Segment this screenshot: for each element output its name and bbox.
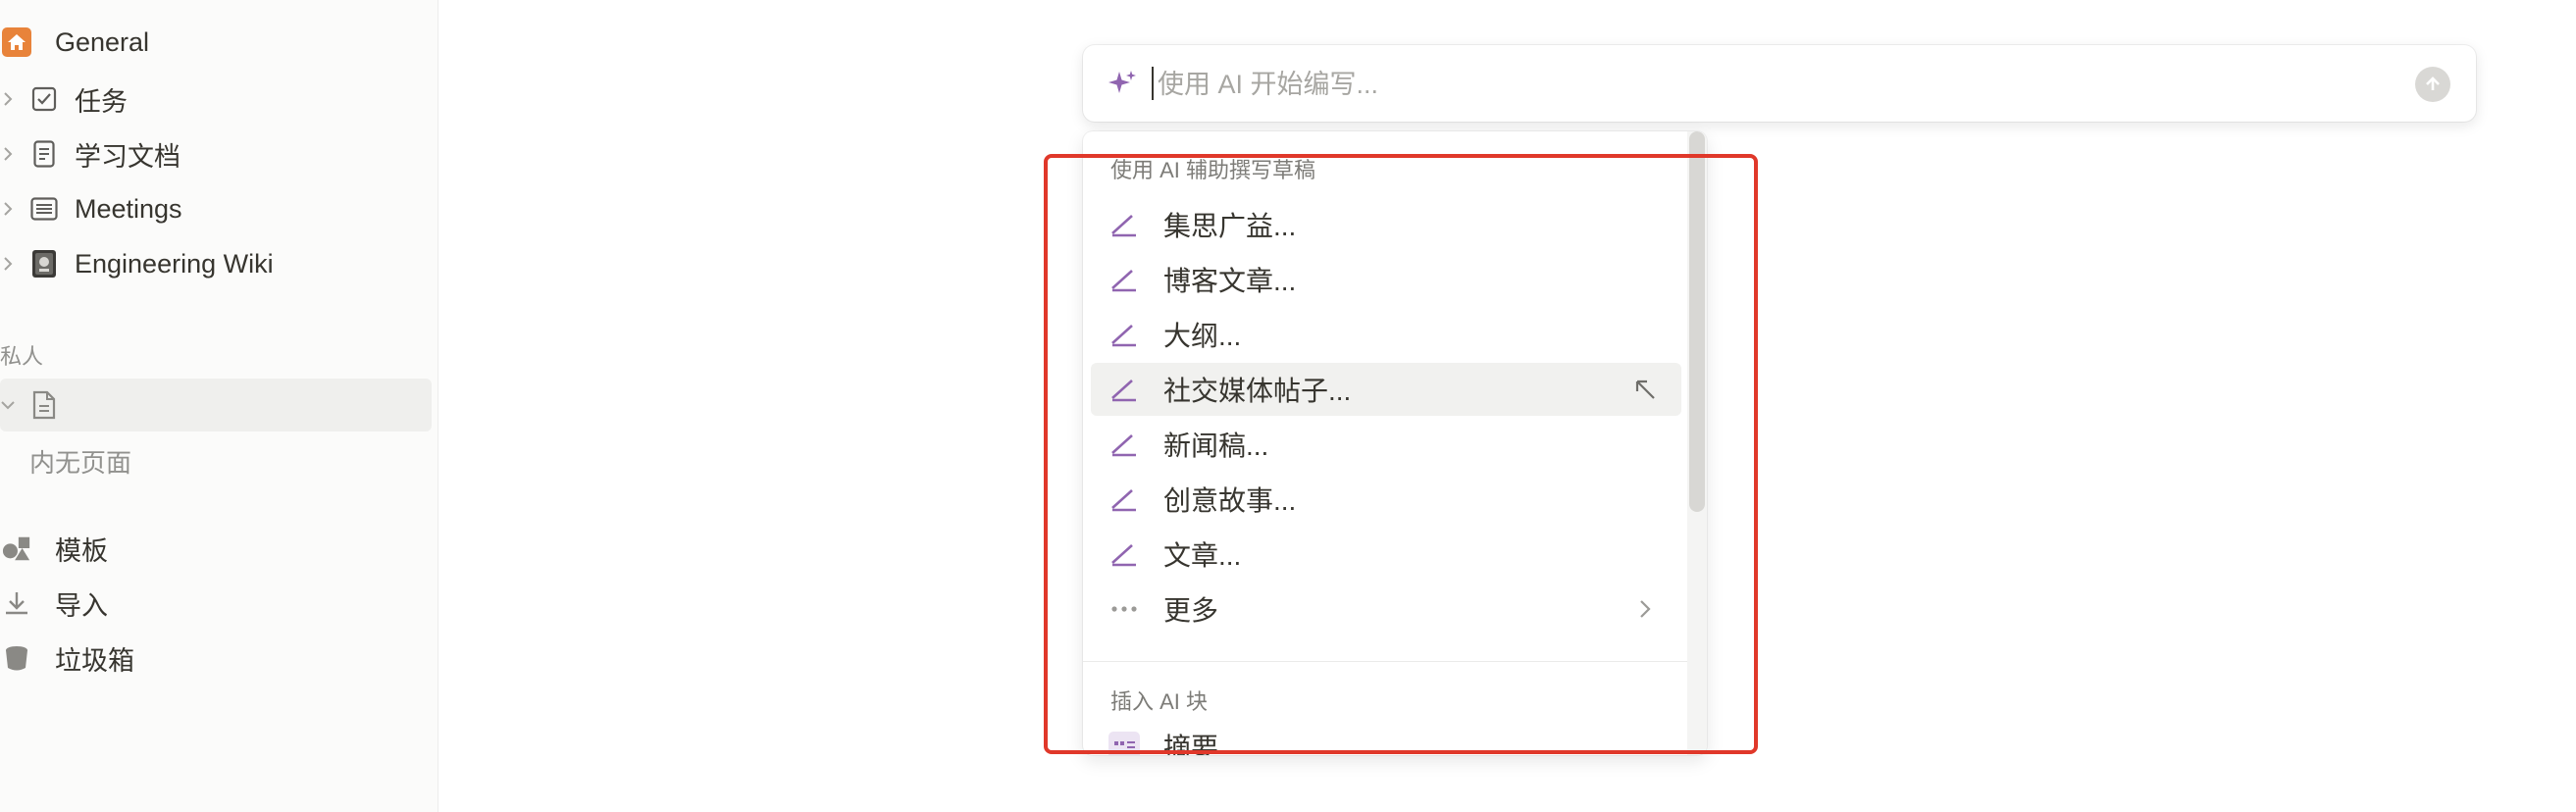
menu-item-outline[interactable]: 大纲... [1091, 308, 1681, 361]
text-cursor [1152, 67, 1154, 100]
menu-item-label: 更多 [1163, 595, 1219, 626]
sidebar-item-templates[interactable]: 模板 [0, 522, 432, 575]
menu-item-label: 大纲... [1163, 321, 1242, 351]
sidebar-item-label: 任务 [75, 86, 128, 117]
sidebar-item-label: 导入 [55, 590, 108, 621]
workspace-label: General [55, 26, 150, 57]
no-pages-text: 内无页面 [29, 448, 132, 478]
notes-icon [29, 194, 59, 224]
sidebar-item-label: Meetings [75, 193, 182, 224]
pencil-icon [1111, 434, 1136, 457]
menu-item-label: 文章... [1163, 540, 1242, 571]
pencil-icon [1111, 544, 1136, 567]
chevron-right-icon[interactable] [0, 182, 16, 235]
checkbox-icon [29, 84, 59, 114]
scrollbar-thumb[interactable] [1689, 131, 1705, 512]
sidebar-item-label: 模板 [55, 535, 108, 566]
sidebar-item-private-page[interactable] [0, 379, 432, 431]
draft-group-label: 使用 AI 辅助撰写草稿 [1110, 158, 1316, 182]
templates-icon [2, 533, 31, 563]
pencil-icon [1111, 489, 1136, 512]
home-icon [2, 27, 31, 57]
ai-prompt-input[interactable] [1156, 59, 2376, 110]
sidebar-item-tasks[interactable]: 任务 [0, 73, 432, 126]
menu-item-more[interactable]: 更多 [1091, 583, 1681, 635]
pencil-icon [1111, 215, 1136, 237]
menu-item-blog-post[interactable]: 博客文章... [1091, 253, 1681, 306]
pencil-icon [1111, 270, 1136, 292]
sidebar-item-study-docs[interactable]: 学习文档 [0, 127, 432, 180]
menu-item-label: 社交媒体帖子... [1163, 376, 1352, 406]
menu-divider [1083, 661, 1687, 662]
sparkle-icon [1108, 71, 1136, 93]
menu-item-label: 博客文章... [1163, 266, 1297, 296]
menu-item-summary[interactable]: 摘要 [1091, 720, 1681, 755]
more-dots-icon [1111, 606, 1137, 612]
book-icon [29, 249, 59, 279]
chevron-right-icon[interactable] [0, 73, 16, 126]
chevron-down-icon[interactable] [0, 379, 16, 431]
trash-icon [2, 643, 31, 673]
menu-item-label: 摘要 [1163, 733, 1219, 755]
chevron-right-icon[interactable] [0, 127, 16, 180]
menu-item-label: 集思广益... [1163, 211, 1297, 241]
menu-item-label: 新闻稿... [1163, 431, 1269, 461]
chevron-right-icon[interactable] [0, 237, 16, 290]
quote-list-icon [1108, 732, 1140, 755]
sidebar-item-engineering-wiki[interactable]: Engineering Wiki [0, 237, 432, 290]
sidebar-item-label: 学习文档 [75, 141, 180, 172]
menu-item-creative-story[interactable]: 创意故事... [1091, 473, 1681, 526]
menu-scrollbar[interactable] [1687, 131, 1707, 755]
blank-page-icon [29, 390, 59, 420]
pencil-icon [1111, 325, 1136, 347]
menu-item-press-release[interactable]: 新闻稿... [1091, 418, 1681, 471]
ai-suggestions-menu: 使用 AI 辅助撰写草稿 集思广益... 博客文章... 大纲... 社交媒体帖… [1083, 131, 1707, 755]
send-arrow-icon[interactable] [2415, 67, 2450, 102]
document-icon [29, 139, 59, 169]
menu-item-social-media-post[interactable]: 社交媒体帖子... [1091, 363, 1681, 416]
sidebar-item-trash[interactable]: 垃圾箱 [0, 632, 432, 685]
menu-item-article[interactable]: 文章... [1091, 528, 1681, 581]
pencil-icon [1111, 380, 1136, 402]
ai-prompt-bar [1083, 45, 2476, 122]
arrow-up-left-icon [1635, 380, 1655, 399]
sidebar-item-import[interactable]: 导入 [0, 577, 432, 630]
chevron-right-icon [1640, 600, 1651, 618]
menu-item-label: 创意故事... [1163, 485, 1297, 516]
import-icon [2, 588, 31, 618]
sidebar-item-label: 垃圾箱 [55, 645, 134, 676]
sidebar-workspace[interactable]: General [0, 16, 432, 69]
insert-group-label: 插入 AI 块 [1110, 689, 1209, 714]
sidebar-item-label: Engineering Wiki [75, 248, 274, 279]
private-section-header: 私人 [0, 344, 44, 369]
sidebar-item-meetings[interactable]: Meetings [0, 182, 432, 235]
sidebar: General 任务 学习文档 Meetings Engineering Wik… [0, 0, 438, 812]
menu-item-brainstorm[interactable]: 集思广益... [1091, 198, 1681, 251]
